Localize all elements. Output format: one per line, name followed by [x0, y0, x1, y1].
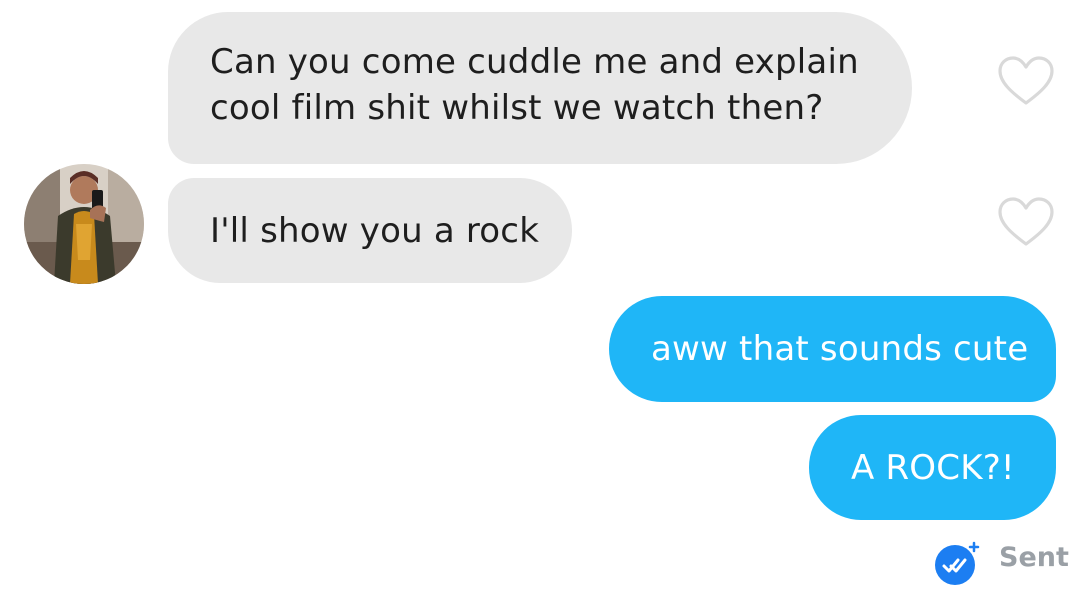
- message-bubble-outgoing[interactable]: A ROCK?!: [809, 415, 1056, 520]
- message-bubble-outgoing[interactable]: aww that sounds cute: [609, 296, 1056, 402]
- message-text: A ROCK?!: [851, 448, 1015, 488]
- avatar-photo: [24, 164, 144, 284]
- message-text: Can you come cuddle me and explain cool …: [210, 42, 859, 128]
- match-avatar[interactable]: [24, 164, 144, 284]
- like-heart-icon[interactable]: [997, 196, 1055, 248]
- message-text: I'll show you a rock: [210, 211, 540, 251]
- double-check-icon: [935, 541, 980, 585]
- message-text: aww that sounds cute: [651, 329, 1029, 369]
- chat-thread: Can you come cuddle me and explain cool …: [0, 0, 1080, 614]
- message-bubble-incoming[interactable]: Can you come cuddle me and explain cool …: [168, 12, 912, 164]
- message-status: Sent: [999, 542, 1069, 573]
- message-bubble-incoming[interactable]: I'll show you a rock: [168, 178, 572, 283]
- like-heart-icon[interactable]: [997, 55, 1055, 107]
